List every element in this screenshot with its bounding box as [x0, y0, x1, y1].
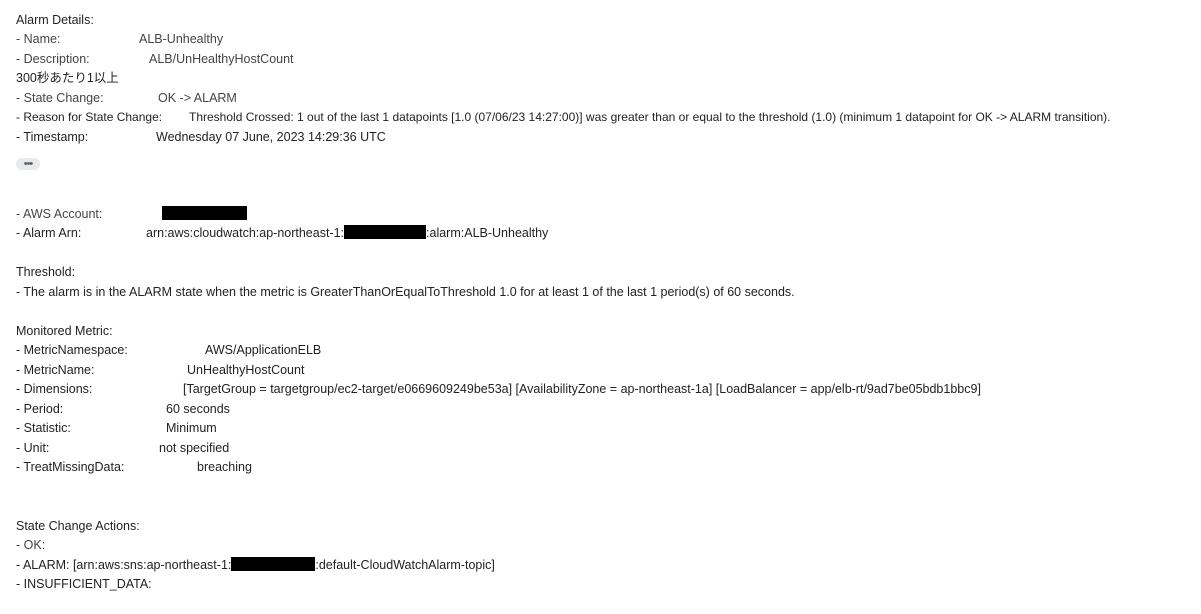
redacted-account-id [162, 206, 247, 220]
action-alarm-suffix: :default-CloudWatchAlarm-topic] [315, 558, 495, 572]
monitored-metric-heading: Monitored Metric: [16, 324, 113, 338]
metric-name-row: - MetricName: UnHealthyHostCount [16, 361, 304, 379]
redacted-account-id [344, 225, 427, 239]
statistic-label: - Statistic: [16, 421, 71, 435]
metric-name-label: - MetricName: [16, 363, 95, 377]
dimensions-row: - Dimensions: [TargetGroup = targetgroup… [16, 380, 981, 398]
alarm-arn-prefix: arn:aws:cloudwatch:ap-northeast-1: [146, 226, 345, 240]
description-row: - Description: ALB/UnHealthyHostCount [16, 50, 294, 68]
treat-missing-label: - TreatMissingData: [16, 460, 125, 474]
period-value: 60 seconds [166, 402, 230, 416]
statistic-row: - Statistic: Minimum [16, 419, 217, 437]
alarm-arn-label: - Alarm Arn: [16, 226, 82, 240]
alarm-name-value: ALB-Unhealthy [139, 32, 224, 46]
unit-label: - Unit: [16, 441, 50, 455]
state-change-row: - State Change: OK -> ALARM [16, 89, 237, 107]
treat-missing-row: - TreatMissingData: breaching [16, 458, 252, 476]
metric-namespace-row: - MetricNamespace: AWS/ApplicationELB [16, 341, 321, 359]
aws-account-label: - AWS Account: [16, 207, 103, 221]
threshold-text: - The alarm is in the ALARM state when t… [16, 285, 795, 299]
action-alarm-row: - ALARM: [arn:aws:sns:ap-northeast-1: :de… [16, 556, 495, 574]
action-insufficient-row: - INSUFFICIENT_DATA: [16, 577, 152, 591]
alarm-name-label: - Name: [16, 32, 61, 46]
show-trimmed-content-button[interactable]: ••• [16, 158, 40, 170]
dimensions-value: [TargetGroup = targetgroup/ec2-target/e0… [183, 382, 981, 396]
redacted-account-id [231, 557, 316, 571]
treat-missing-value: breaching [197, 460, 252, 474]
state-change-value: OK -> ALARM [158, 91, 237, 105]
alarm-arn-row: - Alarm Arn: arn:aws:cloudwatch:ap-north… [16, 224, 548, 242]
dimensions-label: - Dimensions: [16, 382, 93, 396]
action-ok-row: - OK: [16, 538, 46, 552]
more-icon: ••• [23, 158, 34, 170]
aws-account-row: - AWS Account: [16, 205, 247, 223]
state-change-label: - State Change: [16, 91, 104, 105]
alarm-name-row: - Name: ALB-Unhealthy [16, 30, 223, 48]
description-extra: 300秒あたり1以上 [16, 71, 119, 85]
alarm-arn-value: arn:aws:cloudwatch:ap-northeast-1: :alarm… [146, 224, 548, 242]
reason-value: Threshold Crossed: 1 out of the last 1 d… [189, 110, 1111, 124]
metric-namespace-label: - MetricNamespace: [16, 343, 128, 357]
statistic-value: Minimum [166, 421, 217, 435]
reason-label: - Reason for State Change: [16, 110, 163, 124]
period-label: - Period: [16, 402, 64, 416]
description-value: ALB/UnHealthyHostCount [149, 52, 294, 66]
threshold-heading: Threshold: [16, 265, 76, 279]
aws-account-value [162, 205, 247, 223]
reason-row: - Reason for State Change: Threshold Cro… [16, 108, 1111, 126]
unit-row: - Unit: not specified [16, 439, 229, 457]
alarm-details-heading: Alarm Details: [16, 13, 94, 27]
action-alarm-prefix: - ALARM: [arn:aws:sns:ap-northeast-1: [16, 558, 232, 572]
alarm-arn-suffix: :alarm:ALB-Unhealthy [426, 226, 549, 240]
timestamp-label: - Timestamp: [16, 130, 89, 144]
description-label: - Description: [16, 52, 90, 66]
period-row: - Period: 60 seconds [16, 400, 230, 418]
state-change-actions-heading: State Change Actions: [16, 519, 140, 533]
metric-namespace-value: AWS/ApplicationELB [205, 343, 322, 357]
timestamp-value: Wednesday 07 June, 2023 14:29:36 UTC [156, 130, 386, 144]
unit-value: not specified [159, 441, 230, 455]
timestamp-row: - Timestamp: Wednesday 07 June, 2023 14:… [16, 128, 386, 146]
metric-name-value: UnHealthyHostCount [187, 363, 305, 377]
